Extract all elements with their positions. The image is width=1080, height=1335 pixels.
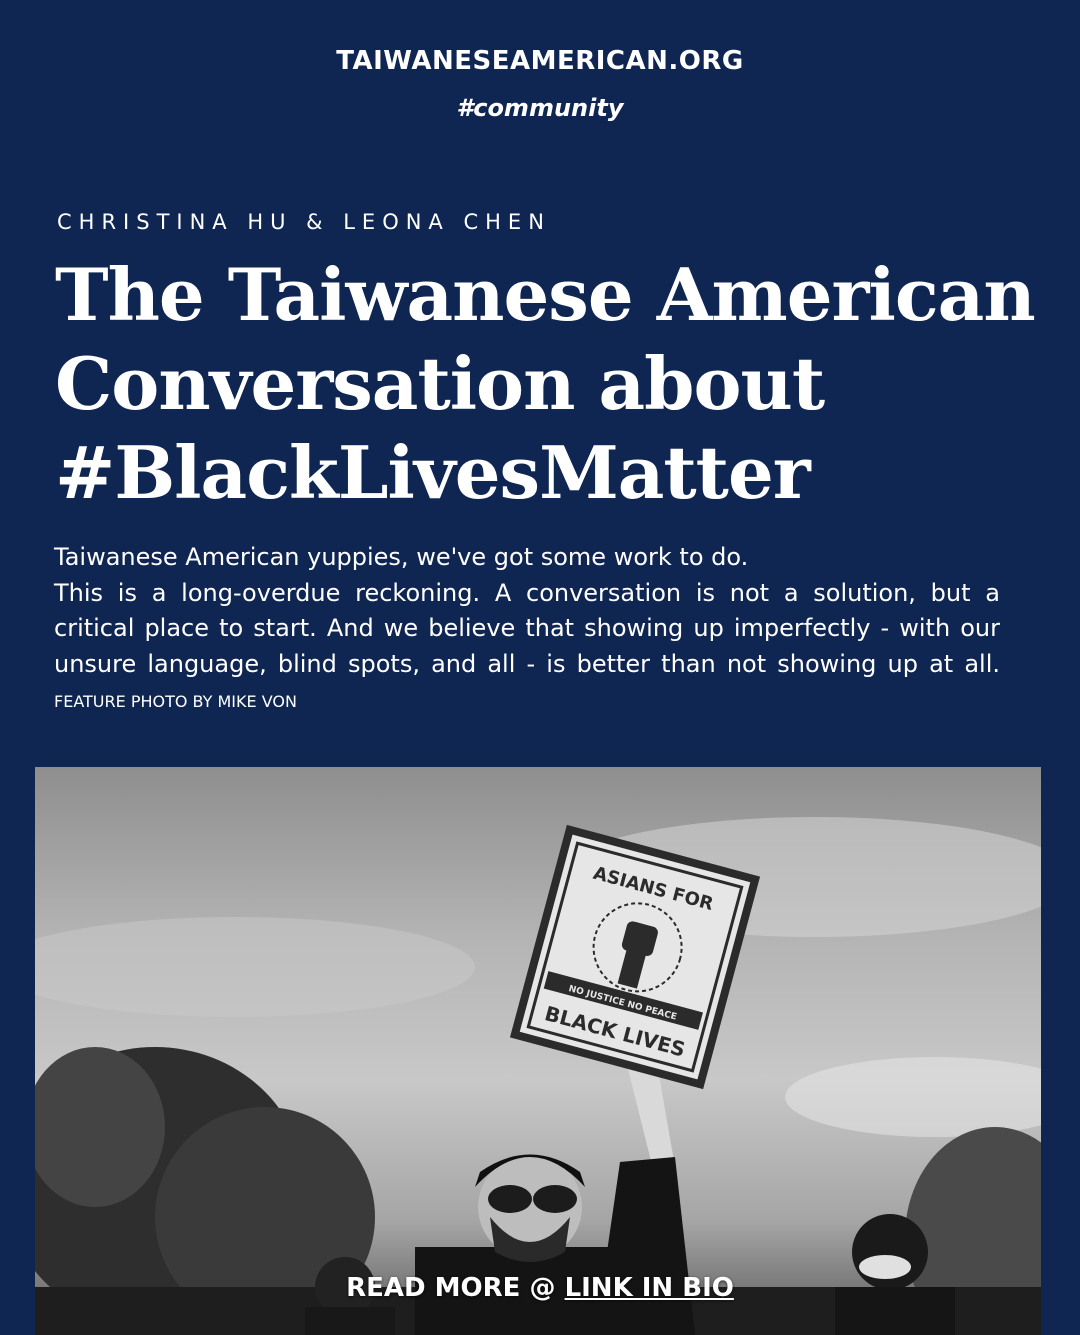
article-title-line-1: The Taiwanese American: [55, 252, 1036, 337]
article-title-line-2: Conversation about: [55, 341, 825, 426]
feature-photo: ASIANS FOR NO JUSTICE NO PEACE BLACK LIV…: [35, 767, 1041, 1335]
article-intro: Taiwanese American yuppies, we've got so…: [54, 543, 749, 571]
read-more-label: READ MORE @: [346, 1273, 556, 1303]
article-title: The Taiwanese American Conversation abou…: [55, 250, 1045, 517]
read-more-cta: READ MORE @ LINK IN BIO: [0, 1273, 1080, 1303]
article-summary: Taiwanese American yuppies, we've got so…: [54, 540, 1000, 720]
article-authors: CHRISTINA HU & LEONA CHEN: [57, 210, 551, 234]
article-body: This is a long-overdue reckoning. A conv…: [54, 576, 1000, 720]
link-in-bio[interactable]: LINK IN BIO: [565, 1273, 734, 1303]
category-tag: #community: [456, 94, 624, 122]
article-body-text: This is a long-overdue reckoning. A conv…: [54, 578, 1000, 678]
article-title-line-3: #BlackLivesMatter: [55, 430, 811, 515]
site-name: TAIWANESEAMERICAN.ORG: [336, 46, 744, 76]
photo-credit: FEATURE PHOTO BY MIKE VON: [54, 692, 297, 711]
